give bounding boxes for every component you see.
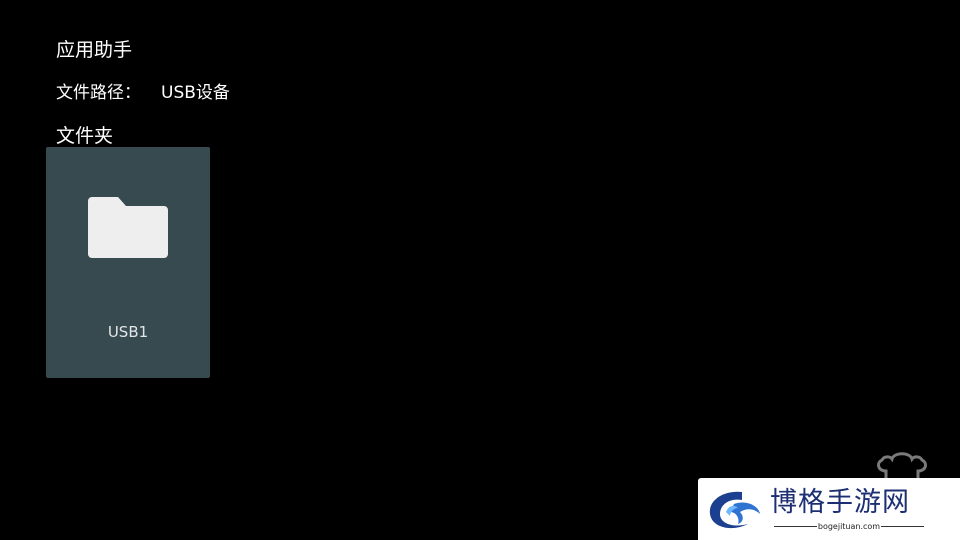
path-row: 文件路径： USB设备 — [56, 81, 230, 105]
watermark-url: bogejituan.com — [817, 522, 881, 531]
folder-icon — [88, 197, 168, 258]
cloud-icon — [877, 452, 927, 481]
path-value: USB设备 — [161, 83, 230, 103]
path-label: 文件路径： — [56, 83, 141, 103]
app-title: 应用助手 — [56, 39, 133, 61]
watermark-logo-icon — [709, 491, 760, 529]
folder-label: USB1 — [107, 323, 149, 341]
watermark: 博格手游网 bogejituan.com — [698, 478, 960, 540]
watermark-name: 博格手游网 — [770, 487, 910, 518]
screen: 应用助手 文件路径： USB设备 文件夹 USB1 博格手游网 bogejitu… — [0, 0, 960, 540]
folder-card-usb1[interactable]: USB1 — [46, 147, 210, 378]
section-title-folders: 文件夹 — [56, 125, 114, 147]
